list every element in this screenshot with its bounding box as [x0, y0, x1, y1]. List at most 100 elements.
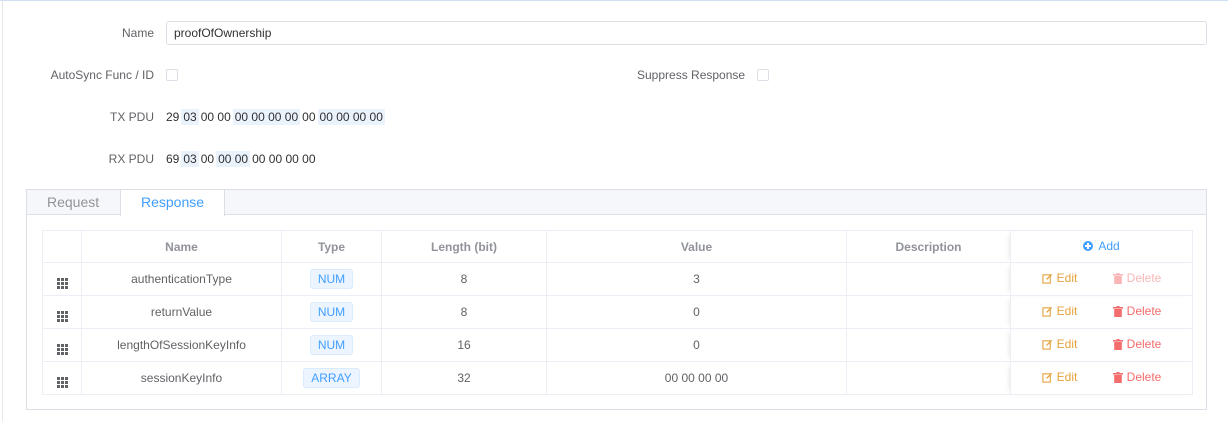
cell-operations: Edit Delete	[1010, 361, 1193, 395]
add-label: Add	[1098, 239, 1120, 253]
cell-length: 8	[381, 262, 547, 296]
type-tag: NUM	[309, 335, 354, 355]
edit-label: Edit	[1056, 370, 1078, 385]
suppress-checkbox[interactable]	[757, 69, 769, 81]
header-length: Length (bit)	[381, 230, 547, 263]
tabs-panel: Request Response Name Type Length (bit) …	[26, 189, 1207, 410]
edit-label: Edit	[1056, 271, 1078, 286]
trash-icon	[1112, 272, 1123, 284]
delete-label: Delete	[1126, 337, 1162, 352]
rx-label: RX PDU	[108, 152, 154, 166]
autosync-row: AutoSync Func / ID	[0, 63, 154, 87]
drag-handle[interactable]	[42, 262, 82, 296]
edit-button[interactable]: Edit	[1042, 304, 1078, 319]
cell-name: lengthOfSessionKeyInfo	[81, 328, 282, 362]
drag-grip-icon	[56, 277, 68, 289]
edit-button[interactable]: Edit	[1042, 370, 1078, 385]
rx-byte: 00 00	[216, 151, 251, 167]
name-label: Name	[121, 26, 154, 40]
plus-circle-icon	[1083, 241, 1094, 251]
name-input[interactable]: proofOfOwnership	[166, 21, 1207, 45]
trash-icon	[1112, 305, 1123, 317]
cell-type: ARRAY	[281, 361, 382, 395]
cell-name: sessionKeyInfo	[81, 361, 282, 395]
delete-button[interactable]: Delete	[1112, 337, 1162, 352]
edit-icon	[1042, 273, 1052, 284]
name-row: Name	[0, 21, 154, 45]
rx-byte: 00 00 00 00	[252, 152, 316, 166]
delete-button[interactable]: Delete	[1112, 304, 1162, 319]
cell-description	[846, 262, 1011, 296]
tab-bar: Request Response	[27, 190, 1206, 216]
suppress-label: Suppress Response	[637, 68, 746, 82]
rx-byte: 03	[181, 151, 199, 167]
rx-byte: 69	[166, 152, 180, 166]
delete-label: Delete	[1126, 304, 1162, 319]
cell-name: returnValue	[81, 295, 282, 329]
table-header-row: Name Type Length (bit) Value Description…	[42, 230, 1193, 263]
header-name: Name	[81, 230, 282, 263]
table-row: authenticationType NUM 8 3 Edit Delete	[42, 262, 1193, 296]
edit-icon	[1042, 339, 1052, 350]
top-border	[0, 0, 1228, 1]
cell-description	[846, 361, 1011, 395]
tx-byte: 29	[166, 110, 180, 124]
tx-byte: 00	[302, 110, 316, 124]
tx-pdu-bytes: 29 03 00 00 00 00 00 00 00 00 00 00 00	[164, 109, 385, 125]
table-row: lengthOfSessionKeyInfo NUM 16 0 Edit Del…	[42, 328, 1193, 362]
tx-byte: 00 00 00 00	[232, 109, 301, 125]
tx-byte: 00 00	[200, 110, 231, 124]
suppress-row: Suppress Response	[637, 63, 745, 87]
rx-byte: 00	[200, 152, 215, 166]
tx-row: TX PDU	[0, 105, 154, 129]
drag-grip-icon	[56, 343, 68, 355]
tab-request[interactable]: Request	[27, 190, 119, 216]
autosync-checkbox[interactable]	[166, 69, 178, 81]
edit-label: Edit	[1056, 337, 1078, 352]
tab-response[interactable]: Response	[120, 190, 226, 216]
cell-value: 0	[546, 328, 847, 362]
header-description: Description	[846, 230, 1011, 263]
cell-type: NUM	[281, 328, 382, 362]
cell-length: 8	[381, 295, 547, 329]
cell-operations: Edit Delete	[1010, 295, 1193, 329]
autosync-label: AutoSync Func / ID	[50, 68, 154, 82]
header-type: Type	[281, 230, 382, 263]
trash-icon	[1112, 338, 1123, 350]
cell-operations: Edit Delete	[1010, 262, 1193, 296]
trash-icon	[1112, 371, 1123, 383]
cell-description	[846, 295, 1011, 329]
drag-handle[interactable]	[42, 328, 82, 362]
cell-value: 00 00 00 00	[546, 361, 847, 395]
tx-label: TX PDU	[109, 110, 154, 124]
drag-grip-icon	[56, 310, 68, 322]
drag-handle[interactable]	[42, 361, 82, 395]
edit-button[interactable]: Edit	[1042, 271, 1078, 286]
edit-icon	[1042, 306, 1052, 317]
header-value: Value	[546, 230, 847, 263]
delete-label: Delete	[1126, 370, 1162, 385]
type-tag: NUM	[309, 269, 354, 289]
rx-pdu-bytes: 69 03 00 00 00 00 00 00 00	[164, 151, 318, 167]
edit-label: Edit	[1056, 304, 1078, 319]
cell-length: 32	[381, 361, 547, 395]
delete-button[interactable]: Delete	[1112, 370, 1162, 385]
rx-row: RX PDU	[0, 147, 154, 171]
edit-icon	[1042, 372, 1052, 383]
cell-length: 16	[381, 328, 547, 362]
type-tag: ARRAY	[303, 368, 360, 388]
header-drag	[42, 230, 82, 263]
drag-handle[interactable]	[42, 295, 82, 329]
add-button[interactable]: Add	[1083, 239, 1120, 253]
delete-button[interactable]: Delete	[1112, 271, 1161, 285]
table-row: returnValue NUM 8 0 Edit Delete	[42, 295, 1193, 329]
tx-byte: 00 00 00 00	[317, 109, 385, 125]
drag-grip-icon	[56, 376, 68, 388]
header-operations: Add	[1010, 230, 1193, 263]
type-tag: NUM	[309, 302, 354, 322]
cell-operations: Edit Delete	[1010, 328, 1193, 362]
response-fields-table: Name Type Length (bit) Value Description…	[42, 230, 1193, 395]
cell-description	[846, 328, 1011, 362]
edit-button[interactable]: Edit	[1042, 337, 1078, 352]
cell-type: NUM	[281, 295, 382, 329]
